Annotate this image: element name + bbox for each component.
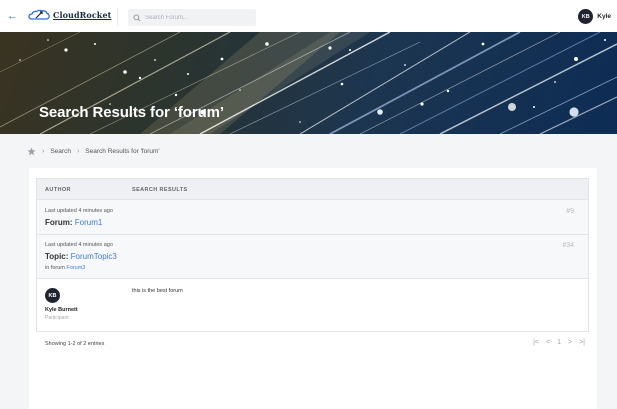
top-bar: ← CloudRocket KB Kyle bbox=[0, 0, 617, 32]
result-number[interactable]: #34 bbox=[562, 242, 574, 249]
last-updated-text: Last updated 4 minutes ago bbox=[45, 242, 113, 248]
search-box[interactable] bbox=[128, 9, 256, 26]
last-updated-text: Last updated 4 minutes ago bbox=[45, 208, 113, 214]
breadcrumb-separator: › bbox=[76, 148, 80, 155]
search-icon bbox=[133, 14, 141, 22]
search-input[interactable] bbox=[145, 14, 245, 21]
breadcrumb-item-current: Search Results for 'forum' bbox=[85, 148, 160, 155]
logo-text: CloudRocket bbox=[53, 10, 112, 20]
breadcrumb: › Search › Search Results for 'forum' bbox=[27, 147, 160, 156]
reply-row: KB Kyle Burnett Participant this is the … bbox=[37, 279, 588, 331]
logo[interactable]: CloudRocket bbox=[28, 9, 111, 21]
in-forum-link[interactable]: Forum3 bbox=[66, 265, 85, 271]
result-title: Forum: Forum1 bbox=[45, 218, 102, 227]
results-card: AUTHOR SEARCH RESULTS Last updated 4 min… bbox=[29, 168, 597, 409]
table-row: Last updated 4 minutes ago Forum: Forum1… bbox=[37, 200, 588, 235]
pager-first-button[interactable]: |< bbox=[533, 339, 539, 346]
column-header-author: AUTHOR bbox=[45, 187, 71, 193]
hero-banner: Search Results for ‘forum’ bbox=[0, 32, 617, 134]
result-type-label: Forum: bbox=[45, 218, 73, 227]
reply-author-name[interactable]: Kyle Burnett bbox=[45, 307, 78, 313]
user-menu[interactable]: KB Kyle bbox=[578, 9, 611, 24]
header-divider bbox=[117, 8, 118, 25]
breadcrumb-separator: › bbox=[42, 148, 45, 155]
result-link-forumtopic3[interactable]: ForumTopic3 bbox=[71, 252, 117, 261]
results-table: AUTHOR SEARCH RESULTS Last updated 4 min… bbox=[36, 178, 589, 332]
pager-prev-button[interactable]: < bbox=[546, 339, 550, 346]
result-link-forum1[interactable]: Forum1 bbox=[75, 218, 103, 227]
star-icon[interactable] bbox=[27, 147, 36, 156]
avatar[interactable]: KB bbox=[45, 288, 60, 303]
in-forum-prefix: in forum bbox=[45, 265, 65, 271]
pager-last-button[interactable]: >| bbox=[579, 339, 585, 346]
result-type-label: Topic: bbox=[45, 252, 69, 261]
pager-page-1[interactable]: 1 bbox=[557, 339, 561, 346]
rocket-cloud-icon bbox=[28, 9, 50, 20]
reply-author-role: Participant bbox=[45, 315, 69, 321]
entries-count: Showing 1-2 of 2 entries bbox=[45, 341, 105, 347]
result-title: Topic: ForumTopic3 bbox=[45, 252, 117, 261]
column-header-search-results: SEARCH RESULTS bbox=[132, 187, 188, 193]
pager-next-button[interactable]: > bbox=[568, 339, 572, 346]
table-header: AUTHOR SEARCH RESULTS bbox=[37, 179, 588, 200]
avatar[interactable]: KB bbox=[578, 9, 594, 24]
arrow-left-icon[interactable]: ← bbox=[7, 10, 19, 22]
breadcrumb-item-search[interactable]: Search bbox=[50, 148, 71, 155]
user-name[interactable]: Kyle bbox=[597, 13, 611, 20]
reply-text: this is the best forum bbox=[132, 288, 183, 294]
pagination: |< < 1 > >| bbox=[533, 339, 585, 346]
in-forum-line: in forum Forum3 bbox=[45, 265, 85, 271]
result-number[interactable]: #9 bbox=[566, 208, 574, 215]
table-row: Last updated 4 minutes ago Topic: ForumT… bbox=[37, 235, 588, 279]
page-title: Search Results for ‘forum’ bbox=[39, 104, 224, 121]
